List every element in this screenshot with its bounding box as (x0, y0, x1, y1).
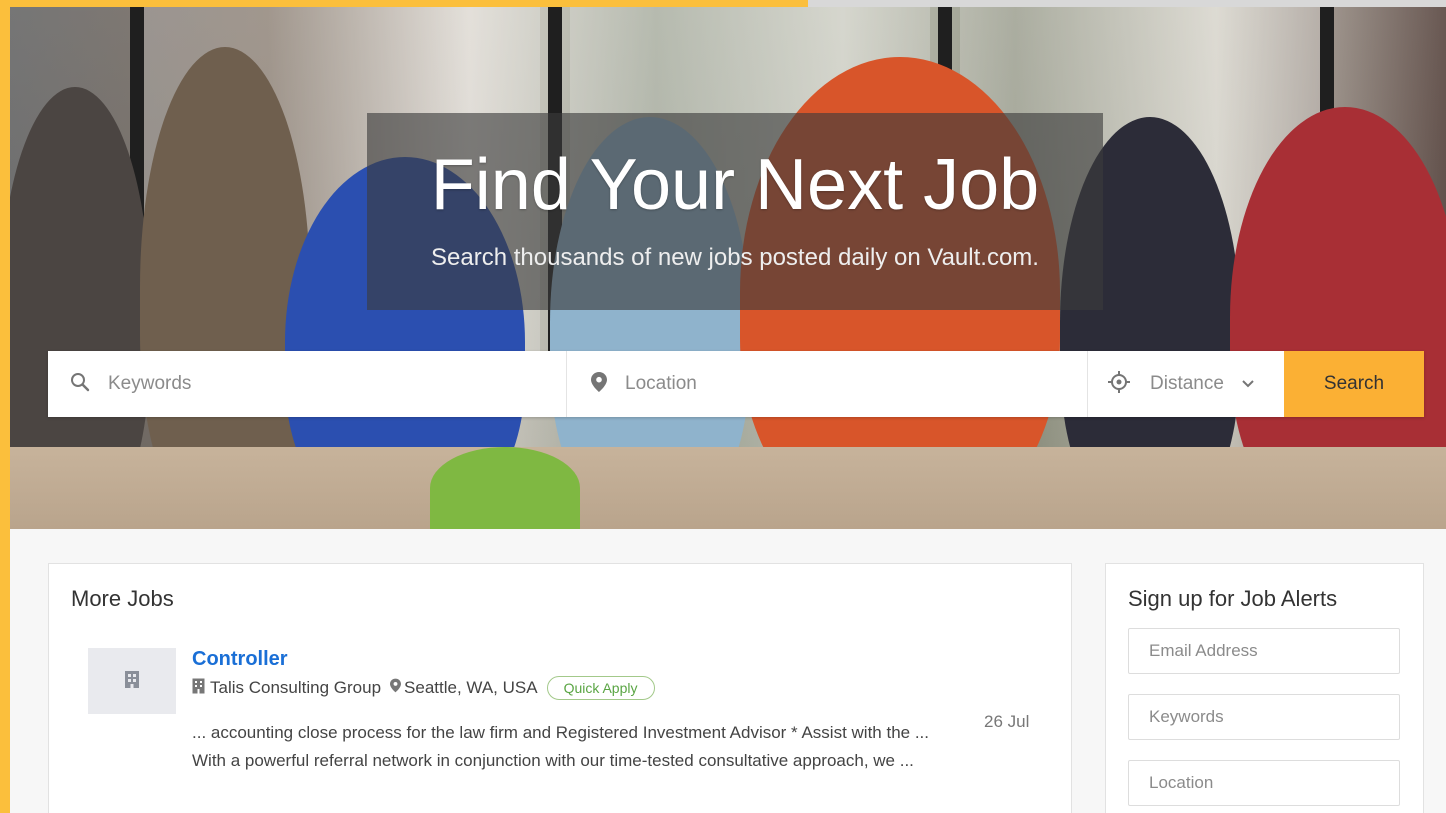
hero-plant (430, 447, 580, 529)
location-placeholder: Location (625, 373, 697, 394)
job-alerts-title: Sign up for Job Alerts (1128, 586, 1338, 611)
quick-apply-badge[interactable]: Quick Apply (546, 676, 655, 700)
hero-title: Find Your Next Job (430, 145, 1040, 225)
location-field[interactable]: Location (567, 351, 1088, 417)
map-pin-icon (390, 678, 402, 698)
job-company[interactable]: Talis Consulting Group (210, 678, 381, 698)
job-snippet: ... accounting close process for the law… (192, 723, 930, 770)
hero-subtitle: Search thousands of new jobs posted dail… (431, 244, 1039, 271)
map-pin-icon (591, 371, 607, 397)
job-location: Seattle, WA, USA (404, 678, 538, 697)
alert-email-field[interactable] (1128, 628, 1400, 674)
distance-select[interactable]: Distance (1088, 351, 1284, 417)
alert-keywords-field[interactable] (1128, 694, 1400, 740)
more-jobs-panel: More Jobs Controller Talis Consulting Gr… (48, 563, 1072, 813)
job-title-link[interactable]: Controller (192, 648, 288, 671)
hero-table (10, 447, 1446, 529)
more-jobs-title: More Jobs (71, 586, 174, 611)
keywords-field[interactable]: Keywords (48, 351, 567, 417)
job-date: 26 Jul (984, 712, 1030, 731)
building-icon (124, 670, 140, 693)
company-logo[interactable] (88, 648, 176, 714)
job-alerts-panel: Sign up for Job Alerts (1105, 563, 1424, 813)
crosshair-icon (1108, 370, 1130, 398)
distance-label: Distance (1150, 373, 1224, 394)
building-icon (192, 678, 205, 699)
page: Find Your Next Job Search thousands of n… (10, 7, 1446, 813)
job-meta: Talis Consulting Group Seattle, WA, USA … (192, 676, 655, 700)
chevron-down-icon (1242, 375, 1254, 393)
job-search-bar: Keywords Location Distance Search (48, 351, 1424, 417)
search-icon (70, 372, 90, 397)
alert-location-field[interactable] (1128, 760, 1400, 806)
keywords-placeholder: Keywords (108, 373, 192, 394)
top-strip (0, 0, 1446, 7)
search-button[interactable]: Search (1284, 351, 1424, 417)
